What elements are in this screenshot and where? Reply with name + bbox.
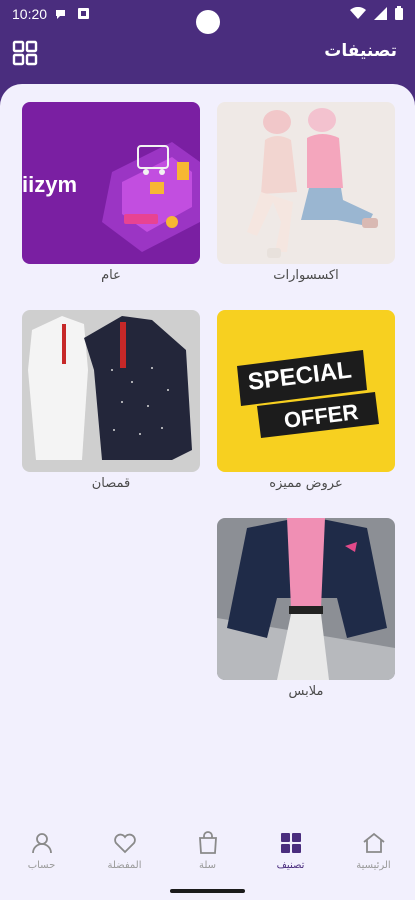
category-label: اكسسوارات (273, 268, 339, 283)
category-label: قمصان (91, 476, 131, 491)
category-card-clothes[interactable]: ملابس (217, 518, 395, 699)
nav-category[interactable]: تصنيف (256, 824, 326, 884)
shirts-image (22, 310, 200, 472)
heart-icon (113, 833, 136, 854)
category-card-special-offers[interactable]: SPECIAL OFFER عروض مميزه (217, 310, 395, 491)
bag-icon (198, 831, 217, 854)
clothes-image (217, 518, 395, 680)
bottom-navigation: الرئيسية تصنيف سلة المفضلة حساب (0, 824, 415, 884)
app-notification-icon (78, 8, 89, 19)
wifi-icon (350, 6, 366, 19)
general-image: iizym (22, 102, 200, 264)
category-icon (280, 833, 301, 853)
category-label: عام (101, 268, 121, 283)
category-label: ملابس (288, 684, 324, 699)
grid-view-icon[interactable] (12, 40, 38, 66)
accessories-image (217, 102, 395, 264)
nav-favorites[interactable]: المفضلة (90, 824, 160, 884)
special-offer-image: SPECIAL OFFER (217, 310, 395, 472)
signal-icon (374, 6, 387, 20)
category-card-accessories[interactable]: اكسسوارات (217, 102, 395, 283)
nav-cart[interactable]: سلة (173, 824, 243, 884)
status-bar: 10:20 (0, 0, 415, 34)
nav-label: المفضلة (107, 860, 142, 871)
home-indicator[interactable] (170, 889, 245, 893)
nav-label: الرئيسية (356, 860, 391, 871)
iizym-brand-text: iizym (22, 172, 77, 197)
nav-label: حساب (27, 860, 56, 871)
account-icon (31, 833, 52, 854)
nav-label: تصنيف (276, 860, 305, 871)
gesture-bar (0, 884, 415, 900)
category-card-general[interactable]: iizym عام (22, 102, 200, 283)
home-icon (362, 832, 385, 853)
nav-home[interactable]: الرئيسية (339, 824, 409, 884)
categories-grid: اكسسوارات iizym عام SPECIAL OFFER عروض م… (0, 84, 415, 824)
category-card-shirts[interactable]: قمصان (22, 310, 200, 491)
nav-label: سلة (198, 860, 217, 871)
notification-icon (56, 10, 65, 19)
nav-account[interactable]: حساب (7, 824, 77, 884)
app-bar: تصنيفات (0, 28, 415, 84)
status-time: 10:20 (12, 6, 48, 22)
category-label: عروض مميزه (269, 476, 343, 491)
page-title: تصنيفات (324, 41, 397, 61)
battery-icon (395, 6, 403, 20)
